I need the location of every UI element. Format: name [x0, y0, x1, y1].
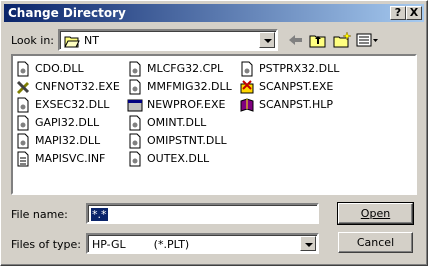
dll-file-icon — [129, 151, 141, 167]
help-book-icon — [240, 98, 254, 112]
cpl-file-icon — [129, 61, 141, 77]
files-of-type-label: Files of type: — [11, 238, 82, 251]
files-of-type-dropdown-arrow[interactable] — [300, 236, 316, 251]
look-in-combo[interactable]: NT — [58, 29, 278, 51]
up-one-level-icon[interactable] — [308, 31, 328, 49]
scanpst-exe-icon — [240, 80, 254, 94]
look-in-value: NT — [84, 34, 99, 47]
look-in-label: Look in: — [11, 34, 54, 47]
file-name-value: *.* — [91, 208, 108, 221]
files-of-type-combo[interactable]: HP-GL (*.PLT) — [86, 233, 319, 254]
dialog-title: Change Directory — [8, 6, 126, 20]
change-directory-dialog: Change Directory ? X Look in: NT CDO.DLL… — [0, 0, 428, 266]
dll-file-icon — [129, 133, 141, 149]
folder-open-icon — [64, 36, 80, 48]
dll-file-icon — [17, 97, 29, 113]
help-button[interactable]: ? — [390, 6, 406, 20]
cancel-button[interactable]: Cancel — [338, 232, 413, 253]
title-bar[interactable]: Change Directory ? X — [4, 4, 424, 22]
dll-file-icon — [17, 115, 29, 131]
exe-window-icon — [127, 99, 143, 112]
file-name-input[interactable]: *.* — [86, 203, 319, 224]
files-of-type-value: HP-GL (*.PLT) — [92, 238, 190, 251]
dll-file-icon — [241, 61, 253, 77]
file-name-label: File name: — [11, 208, 68, 221]
view-menu-icon[interactable] — [355, 31, 379, 49]
close-button[interactable]: X — [406, 6, 422, 20]
back-icon[interactable] — [285, 31, 305, 49]
new-folder-icon[interactable] — [332, 31, 352, 49]
look-in-dropdown-arrow[interactable] — [259, 32, 275, 48]
exe-tools-icon — [16, 80, 30, 94]
dll-file-icon — [129, 115, 141, 131]
dll-file-icon — [17, 61, 29, 77]
inf-file-icon — [17, 151, 29, 167]
dll-file-icon — [129, 79, 141, 95]
file-list[interactable]: CDO.DLL CNFNOT32.EXE EXSEC32.DLL GAPI32.… — [11, 54, 417, 195]
open-button[interactable]: Open — [337, 202, 414, 225]
dll-file-icon — [17, 133, 29, 149]
